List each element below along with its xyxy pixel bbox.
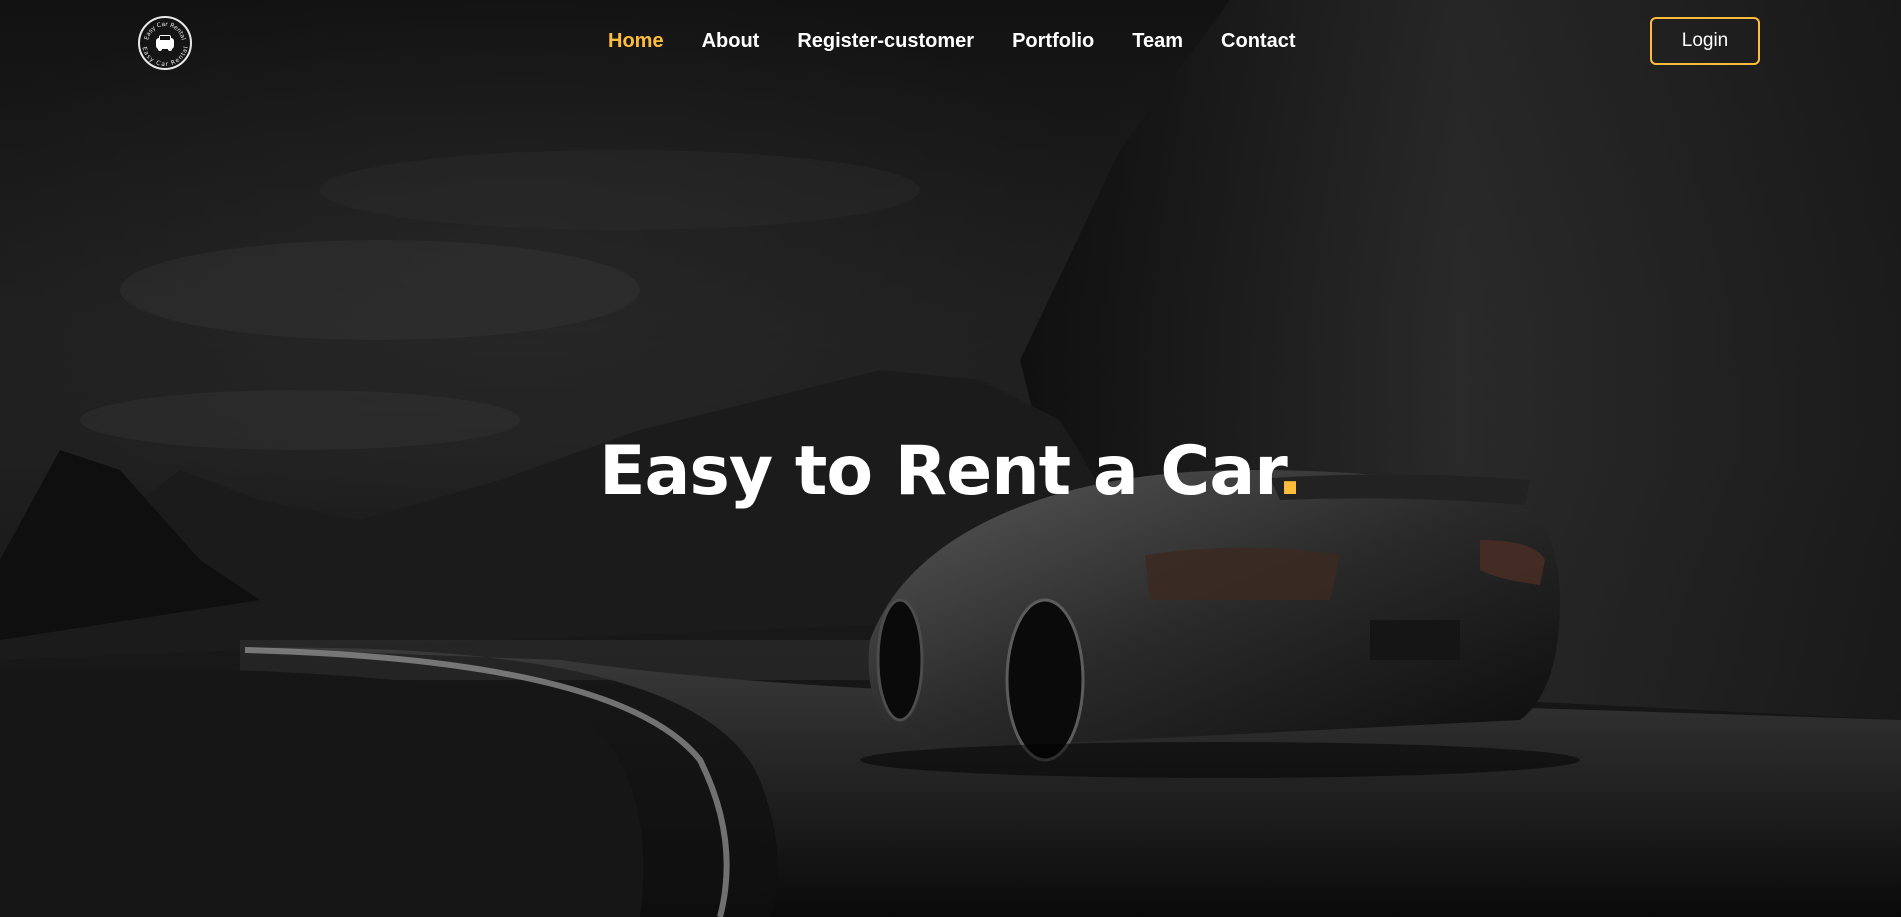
login-button[interactable]: Login [1650,17,1760,65]
hero-section: Easy Car Rental Easy Car Rental Home Abo… [0,0,1901,917]
car-icon: Easy Car Rental Easy Car Rental [140,21,189,68]
top-navbar: Easy Car Rental Easy Car Rental Home Abo… [0,0,1901,82]
nav-link-team[interactable]: Team [1132,26,1183,56]
nav-link-contact[interactable]: Contact [1221,26,1295,56]
nav-link-register-customer[interactable]: Register-customer [797,26,974,56]
nav-link-portfolio[interactable]: Portfolio [1012,26,1094,56]
hero-headline: Easy to Rent a Car. [0,432,1901,512]
hero-headline-accent-dot: . [1277,432,1303,511]
nav-link-about[interactable]: About [702,26,760,56]
nav-link-home[interactable]: Home [608,26,664,56]
main-nav: Home About Register-customer Portfolio T… [608,26,1296,56]
brand-logo[interactable]: Easy Car Rental Easy Car Rental [138,16,192,70]
hero-headline-text: Easy to Rent a Car [599,432,1278,511]
